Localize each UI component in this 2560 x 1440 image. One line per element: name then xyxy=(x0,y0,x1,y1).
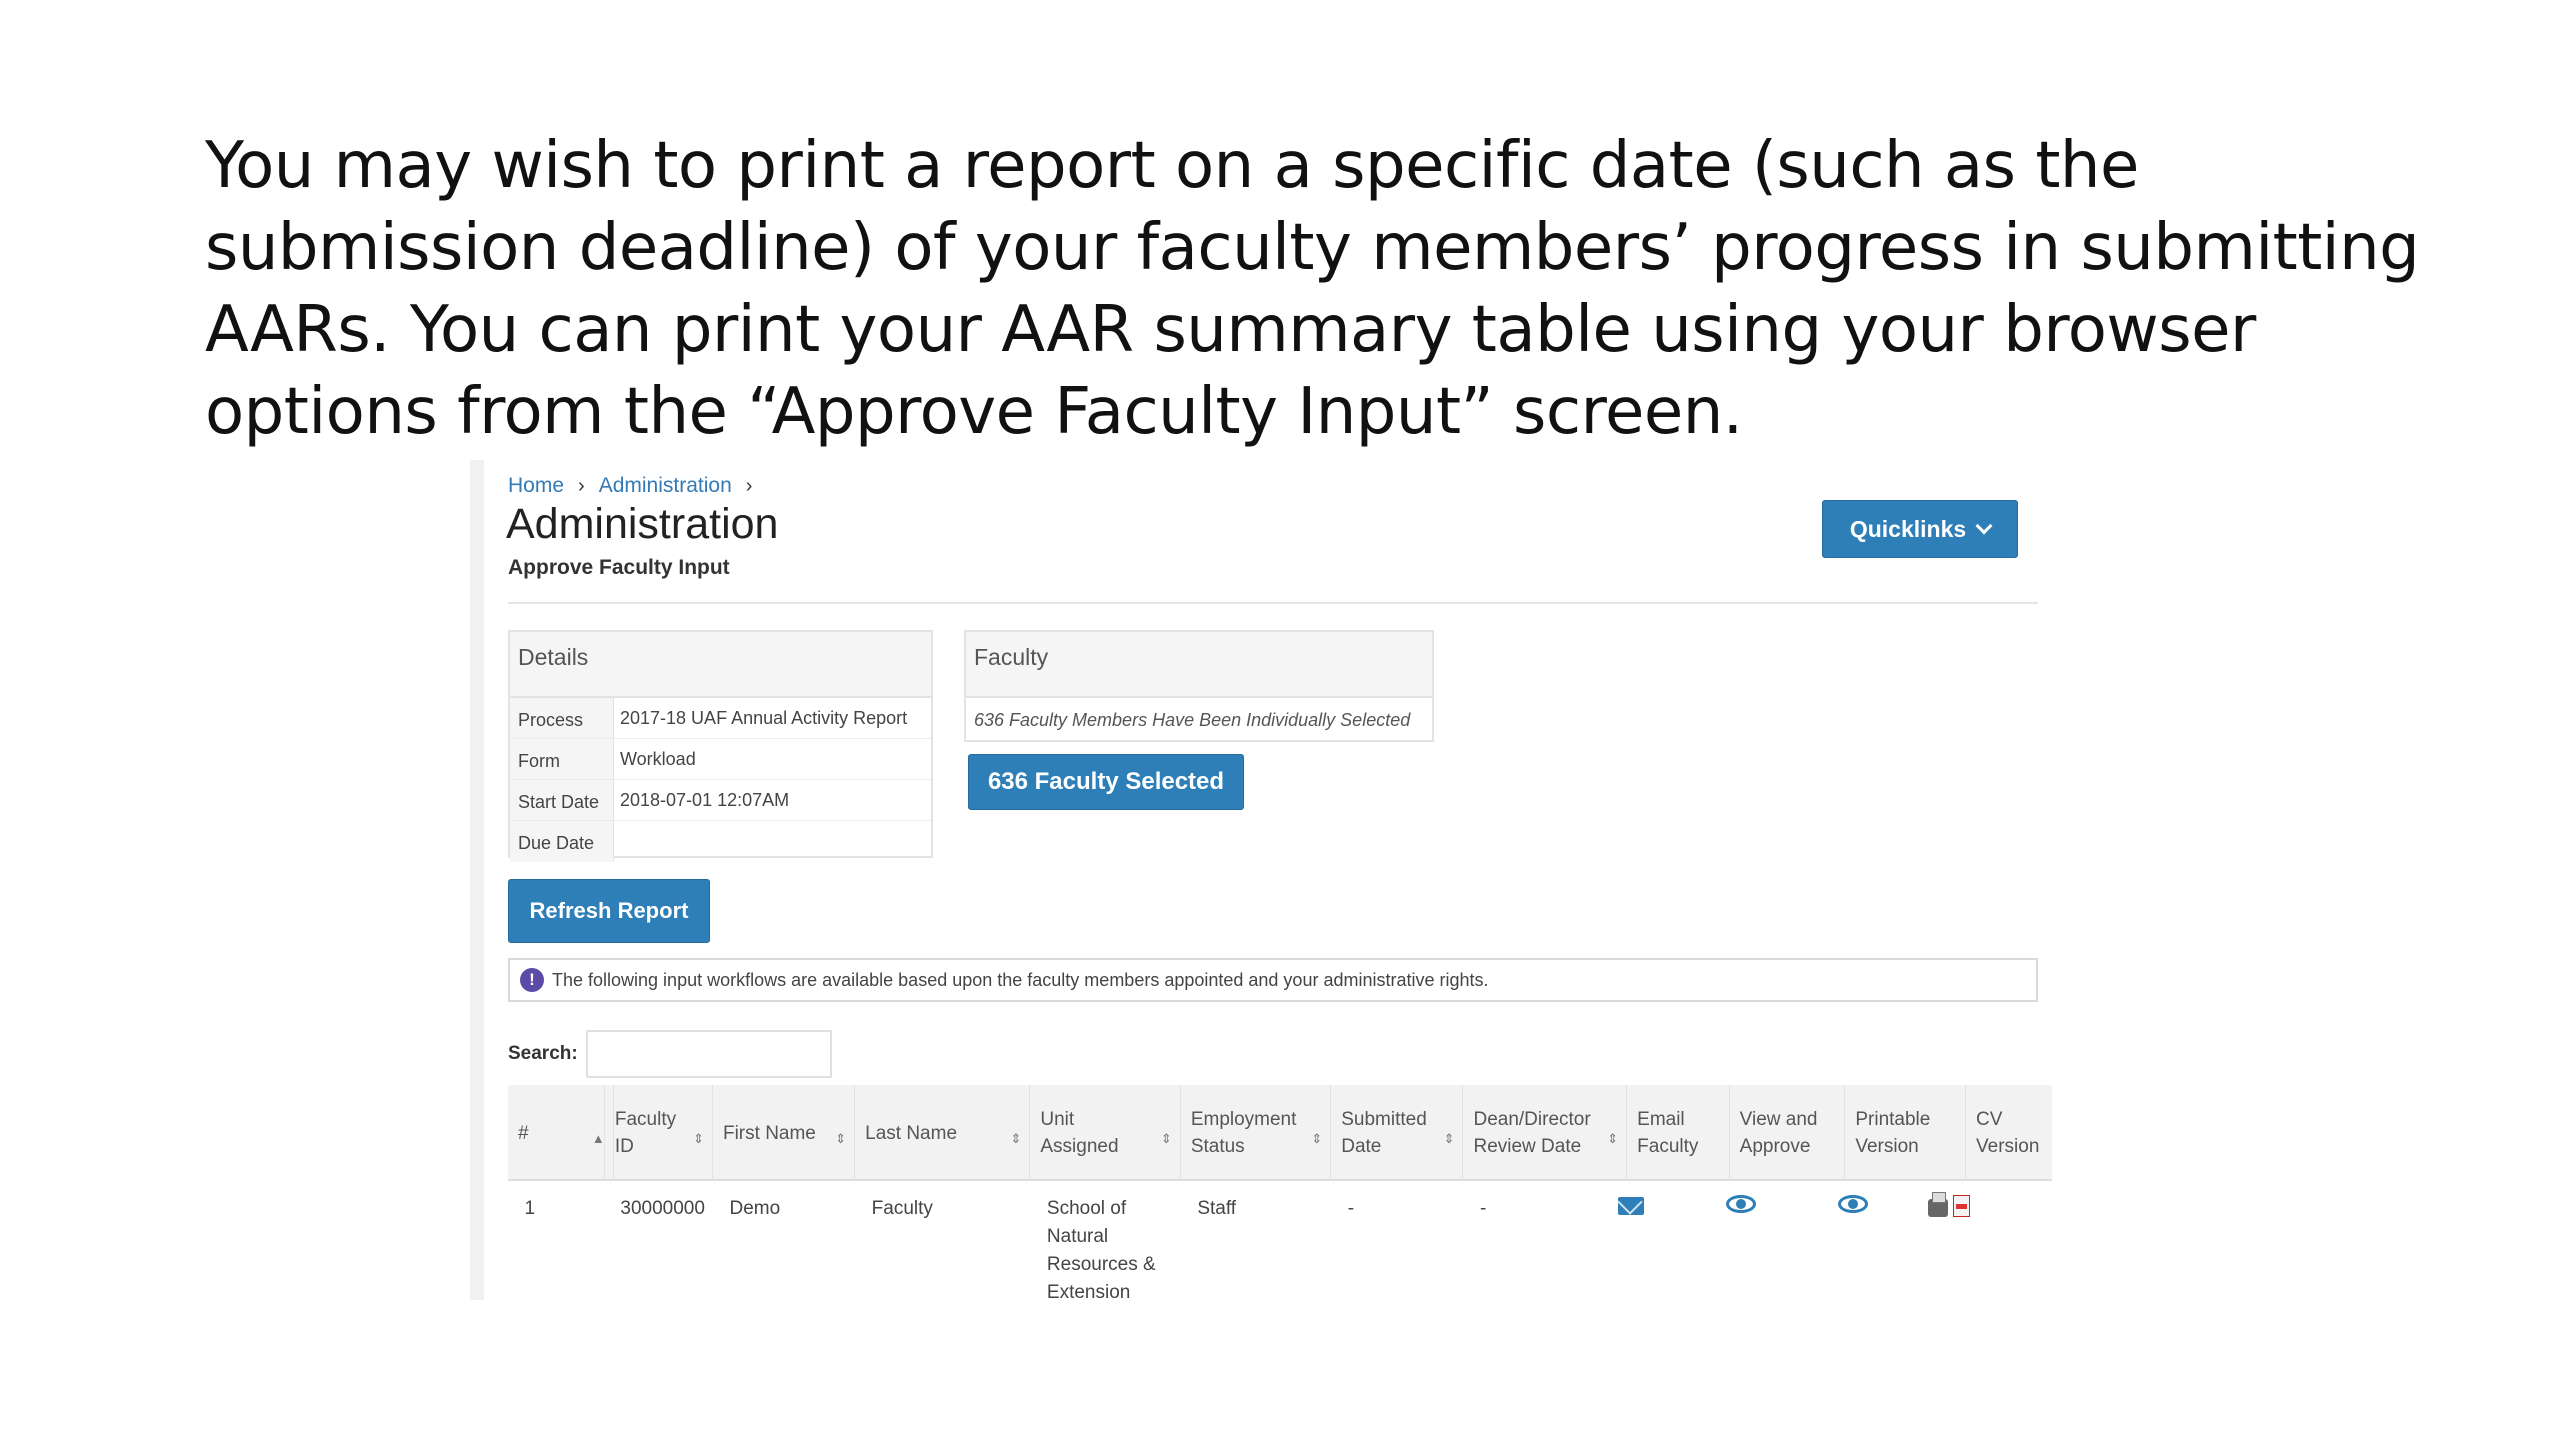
search-input[interactable] xyxy=(586,1030,832,1078)
page-title: Administration xyxy=(506,500,779,548)
printer-icon[interactable] xyxy=(1928,1192,1948,1217)
details-heading: Details xyxy=(510,632,931,698)
sort-icon: ⇕ xyxy=(1010,1131,1022,1146)
slide-text: You may wish to print a report on a spec… xyxy=(205,129,2420,449)
chevron-right-icon: › xyxy=(578,474,585,497)
details-key: Due Date xyxy=(510,821,614,862)
faculty-panel: Faculty 636 Faculty Members Have Been In… xyxy=(964,630,1434,742)
cell-faculty-id: 30000000 xyxy=(620,1198,705,1219)
quicklinks-label: Quicklinks xyxy=(1849,515,1967,542)
details-value: 2018-07-01 12:07AM xyxy=(620,790,790,810)
cell-status: Staff xyxy=(1197,1198,1237,1219)
eye-icon[interactable] xyxy=(1838,1195,1868,1213)
sort-asc-icon: ▲ xyxy=(591,1131,605,1146)
details-key: Form xyxy=(510,739,614,779)
details-key: Start Date xyxy=(510,780,614,820)
quicklinks-button[interactable]: Quicklinks xyxy=(1822,500,2018,558)
breadcrumb-home[interactable]: Home xyxy=(508,474,564,498)
sort-icon: ⇕ xyxy=(1607,1131,1619,1146)
col-review-date[interactable]: Dean/Director Review Date ⇕ xyxy=(1463,1085,1628,1181)
details-row: Form Workload xyxy=(510,739,931,780)
page-subtitle: Approve Faculty Input xyxy=(508,556,730,579)
chevron-down-icon xyxy=(1975,517,1993,535)
divider xyxy=(508,602,2038,604)
sort-icon: ⇕ xyxy=(1311,1131,1323,1146)
info-text: The following input workflows are availa… xyxy=(552,969,1489,990)
sort-icon: ⇕ xyxy=(693,1131,704,1146)
faculty-selected-button[interactable]: 636 Faculty Selected xyxy=(968,754,1244,810)
col-employment-status[interactable]: Employment Status ⇕ xyxy=(1181,1085,1332,1181)
details-panel: Details Process 2017-18 UAF Annual Activ… xyxy=(508,630,933,862)
search-label: Search: xyxy=(508,1043,578,1064)
details-value: Workload xyxy=(620,749,696,769)
table-header: # ▲ Faculty ID ⇕ First Name ⇕ Last Name ⇕ Un… xyxy=(508,1085,2052,1181)
details-row: Due Date xyxy=(510,821,931,862)
details-row: Start Date 2018-07-01 12:07AM xyxy=(510,780,931,821)
info-alert: ! The following input workflows are avai… xyxy=(508,958,2038,1002)
details-value: 2017-18 UAF Annual Activity Report xyxy=(620,708,908,728)
col-printable-version: Printable Version xyxy=(1845,1085,1967,1181)
details-row: Process 2017-18 UAF Annual Activity Repo… xyxy=(510,698,931,739)
cell-submitted: - xyxy=(1347,1198,1355,1219)
table-row: 1 30000000 Demo Faculty School of Natura… xyxy=(508,1183,2052,1303)
mail-icon[interactable] xyxy=(1618,1197,1644,1215)
cell-review: - xyxy=(1480,1198,1487,1219)
col-unit-assigned[interactable]: Unit Assigned ⇕ xyxy=(1030,1085,1181,1181)
details-value xyxy=(614,821,626,862)
col-first-name[interactable]: First Name ⇕ xyxy=(713,1085,856,1181)
eye-icon[interactable] xyxy=(1726,1195,1756,1213)
faculty-note: 636 Faculty Members Have Been Individual… xyxy=(974,710,1411,730)
col-num[interactable]: # ▲ xyxy=(508,1085,614,1181)
refresh-report-button[interactable]: Refresh Report xyxy=(508,879,710,943)
chevron-right-icon: › xyxy=(745,474,753,497)
pdf-icon[interactable] xyxy=(1953,1195,1970,1217)
col-cv-version: CV Version xyxy=(1976,1109,2040,1157)
details-key: Process xyxy=(510,698,614,738)
screenshot-panel: Home › Administration › Administration A… xyxy=(470,460,2052,1303)
cell-first-name: Demo xyxy=(729,1198,781,1219)
col-faculty-id[interactable]: Faculty ID ⇕ xyxy=(603,1085,713,1181)
faculty-heading: Faculty xyxy=(966,632,1432,698)
cell-unit: School of Natural Resources & Extension xyxy=(1046,1198,1156,1303)
info-icon: ! xyxy=(520,968,544,992)
sort-icon: ⇕ xyxy=(835,1131,847,1146)
left-edge xyxy=(470,460,484,1300)
breadcrumb: Home › Administration › xyxy=(508,474,752,498)
sort-icon: ⇕ xyxy=(1443,1131,1455,1146)
cell-num: 1 xyxy=(524,1198,536,1219)
col-view-approve: View and Approve xyxy=(1730,1085,1846,1181)
sort-icon: ⇕ xyxy=(1160,1131,1172,1146)
cell-last-name: Faculty xyxy=(871,1198,933,1219)
breadcrumb-administration[interactable]: Administration xyxy=(599,474,732,498)
col-last-name[interactable]: Last Name ⇕ xyxy=(855,1085,1031,1181)
col-email-faculty: Email Faculty xyxy=(1627,1085,1730,1181)
col-submitted-date[interactable]: Submitted Date ⇕ xyxy=(1331,1085,1464,1181)
